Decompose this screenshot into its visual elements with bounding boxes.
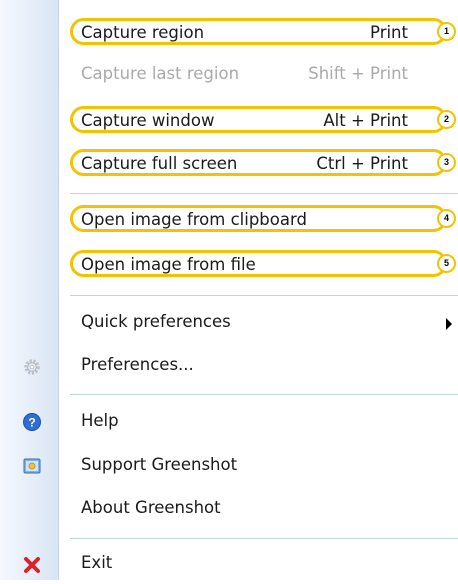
menu-item-label: Help [81, 411, 119, 430]
menu-item-shortcut: Shift + Print [308, 64, 408, 83]
menu-separator [70, 193, 458, 194]
menu-item-preferences[interactable]: Preferences... [58, 346, 458, 386]
menu-item-label: Open image from file [81, 255, 256, 274]
context-menu: Capture region Print 1 Capture last regi… [0, 0, 458, 580]
gear-icon [24, 359, 40, 375]
menu-item-label: Capture window [81, 111, 215, 130]
menu-item-quick-preferences[interactable]: Quick preferences [58, 303, 458, 343]
support-icon [23, 458, 41, 474]
svg-text:?: ? [28, 416, 35, 430]
menu-item-shortcut: Ctrl + Print [316, 154, 408, 173]
menu-item-label: Support Greenshot [81, 455, 238, 474]
menu-item-label: Quick preferences [81, 312, 231, 331]
menu-separator [70, 394, 458, 395]
menu-item-capture-last-region: Capture last region Shift + Print [58, 55, 458, 95]
menu-item-label: Capture region [81, 23, 205, 42]
menu-item-shortcut: Alt + Print [323, 111, 408, 130]
menu-item-label: Open image from clipboard [81, 210, 307, 229]
menu-item-capture-region[interactable]: Capture region Print 1 [58, 14, 458, 54]
menu-item-capture-full-screen[interactable]: Capture full screen Ctrl + Print 3 [58, 145, 458, 185]
menu-item-exit[interactable]: Exit [58, 544, 458, 584]
menu-item-label: About Greenshot [81, 498, 221, 517]
menu-item-support-greenshot[interactable]: Support Greenshot [58, 446, 458, 486]
menu-separator [70, 295, 458, 296]
annotation-badge: 5 [437, 254, 456, 273]
submenu-arrow-icon [446, 318, 452, 330]
menu-separator [70, 538, 458, 539]
menu-item-label: Capture full screen [81, 154, 238, 173]
menu-item-label: Exit [81, 553, 113, 572]
menu-item-open-image-from-file[interactable]: Open image from file 5 [58, 246, 458, 286]
menu-item-about-greenshot[interactable]: About Greenshot [58, 489, 458, 529]
menu-item-capture-window[interactable]: Capture window Alt + Print 2 [58, 102, 458, 142]
close-icon [24, 557, 40, 573]
menu-item-open-image-from-clipboard[interactable]: Open image from clipboard 4 [58, 201, 458, 241]
annotation-badge: 3 [437, 153, 456, 172]
annotation-badge: 2 [437, 110, 456, 129]
menu-icon-gutter [0, 0, 59, 580]
annotation-badge: 1 [437, 22, 456, 41]
help-icon: ? [23, 413, 41, 431]
menu-item-label: Preferences... [81, 355, 194, 374]
menu-item-label: Capture last region [81, 64, 240, 83]
menu-item-shortcut: Print [370, 23, 408, 42]
menu-item-help[interactable]: Help [58, 402, 458, 442]
annotation-badge: 4 [437, 209, 456, 228]
